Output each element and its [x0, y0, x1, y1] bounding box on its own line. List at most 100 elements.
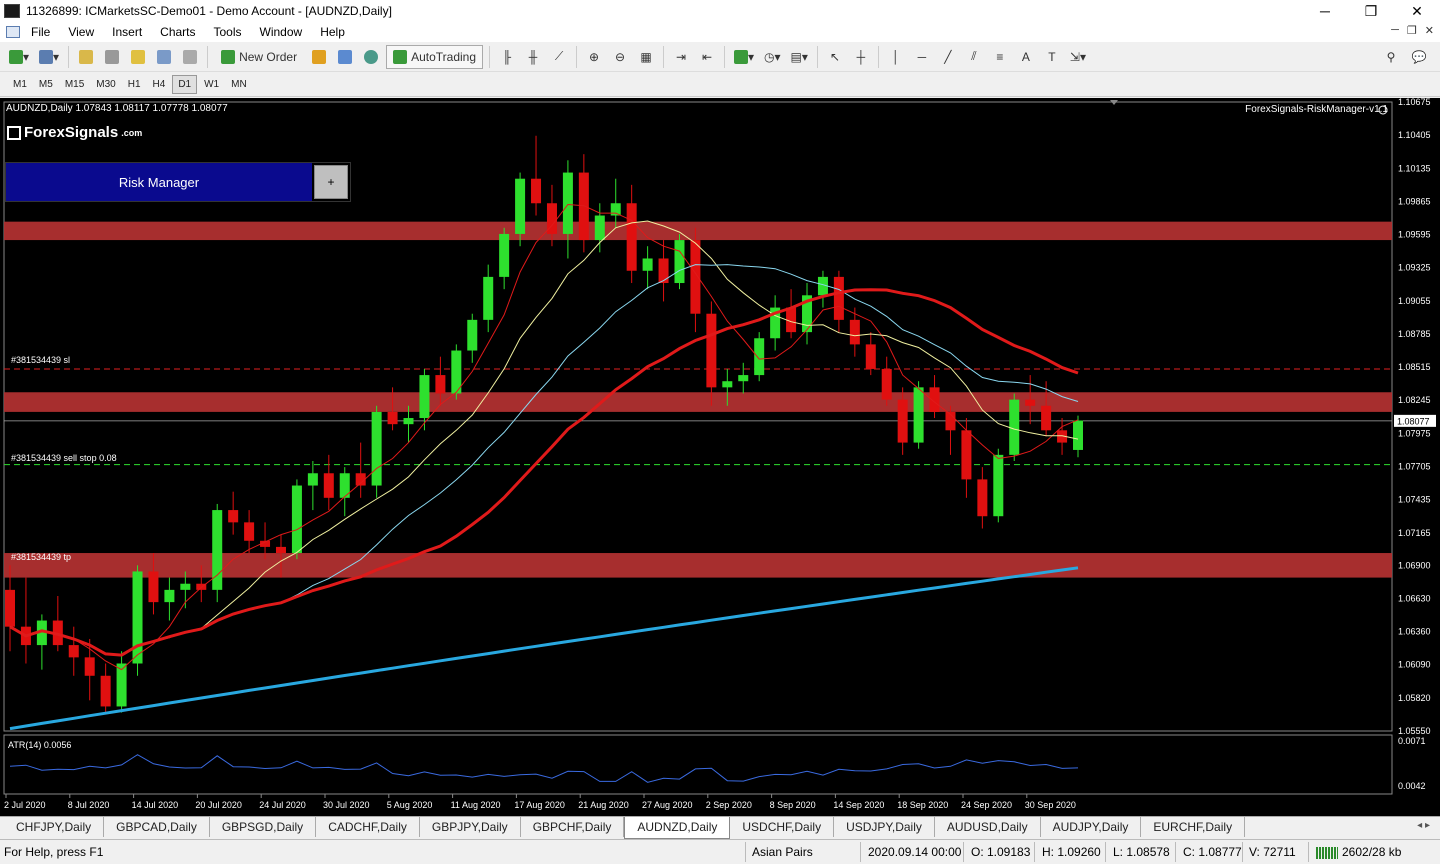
tab-usdchf[interactable]: USDCHF,Daily: [730, 817, 835, 837]
date-label: 17 Aug 2020: [514, 800, 565, 810]
menu-insert[interactable]: Insert: [103, 22, 151, 42]
candle-body: [515, 178, 526, 234]
equidistant-channel-icon[interactable]: ⫽: [963, 45, 985, 69]
price-tick-label: 1.07975: [1398, 428, 1431, 438]
tab-gbpsgd[interactable]: GBPSGD,Daily: [210, 817, 317, 837]
zoom-in-icon[interactable]: ⊕: [583, 45, 605, 69]
mdi-close-icon[interactable]: ✕: [1425, 24, 1434, 37]
tf-w1[interactable]: W1: [199, 76, 224, 93]
menu-view[interactable]: View: [59, 22, 103, 42]
chart-shift-icon[interactable]: ⇤: [696, 45, 718, 69]
text-label-icon[interactable]: T: [1041, 45, 1063, 69]
tf-h4[interactable]: H4: [148, 76, 171, 93]
new-chart-icon[interactable]: ▾: [6, 45, 32, 69]
chat-icon[interactable]: 💬: [1408, 45, 1430, 69]
meta-editor-icon[interactable]: [308, 45, 330, 69]
templates-icon[interactable]: ▤▾: [788, 45, 811, 69]
tab-gbpjpy[interactable]: GBPJPY,Daily: [420, 817, 521, 837]
terminal-icon[interactable]: [153, 45, 175, 69]
tab-gbpcad[interactable]: GBPCAD,Daily: [104, 817, 210, 837]
mdi-minimize-icon[interactable]: ─: [1391, 24, 1399, 37]
menu-tools[interactable]: Tools: [205, 22, 251, 42]
horizontal-line-icon[interactable]: ─: [911, 45, 933, 69]
tab-audnzd[interactable]: AUDNZD,Daily: [624, 817, 731, 839]
crosshair-icon[interactable]: ┼: [850, 45, 872, 69]
tp-line-label: #381534439 tp: [11, 552, 72, 562]
candle-body: [148, 571, 159, 603]
text-icon[interactable]: A: [1015, 45, 1037, 69]
tf-mn[interactable]: MN: [226, 76, 252, 93]
close-button[interactable]: ✕: [1394, 0, 1440, 22]
tab-cadchf[interactable]: CADCHF,Daily: [316, 817, 420, 837]
candlestick-icon[interactable]: ╫: [522, 45, 544, 69]
price-tick-label: 1.09595: [1398, 230, 1431, 240]
price-chart[interactable]: 1.10675 1.10405 1.10135 1.09865 1.09595 1.093…: [0, 98, 1440, 816]
tf-d1[interactable]: D1: [172, 75, 198, 94]
tab-eurchf[interactable]: EURCHF,Daily: [1141, 817, 1246, 837]
candle-body: [244, 522, 255, 541]
price-tick-label: 1.08515: [1398, 362, 1431, 372]
candle-body: [706, 313, 717, 388]
menu-window[interactable]: Window: [251, 22, 312, 42]
menu-bar: File View Insert Charts Tools Window Hel…: [0, 22, 1440, 42]
data-window-icon[interactable]: [101, 45, 123, 69]
fibonacci-icon[interactable]: ≡: [989, 45, 1011, 69]
tf-m1[interactable]: M1: [8, 76, 32, 93]
candle-body: [291, 485, 302, 554]
minimize-button[interactable]: ─: [1302, 0, 1348, 22]
menu-charts[interactable]: Charts: [151, 22, 204, 42]
tf-m5[interactable]: M5: [34, 76, 58, 93]
periods-icon[interactable]: ◷▾: [761, 45, 784, 69]
candle-body: [387, 411, 398, 425]
profiles-icon[interactable]: ▾: [36, 45, 62, 69]
bar-chart-icon[interactable]: ╟: [496, 45, 518, 69]
auto-scroll-icon[interactable]: ⇥: [670, 45, 692, 69]
market-watch-icon[interactable]: [75, 45, 97, 69]
arrows-icon[interactable]: ⇲▾: [1067, 45, 1089, 69]
tab-usdjpy[interactable]: USDJPY,Daily: [834, 817, 935, 837]
signals-icon[interactable]: [334, 45, 356, 69]
strategy-tester-icon[interactable]: [179, 45, 201, 69]
tf-m15[interactable]: M15: [60, 76, 89, 93]
price-tick-label: 1.10675: [1398, 98, 1431, 107]
tab-gbpchf[interactable]: GBPCHF,Daily: [521, 817, 625, 837]
zoom-out-icon[interactable]: ⊖: [609, 45, 631, 69]
mdi-controls: ─ ❐ ✕: [1391, 24, 1434, 37]
vertical-line-icon[interactable]: │: [885, 45, 907, 69]
tf-m30[interactable]: M30: [91, 76, 120, 93]
candle-body: [754, 338, 765, 376]
menu-help[interactable]: Help: [311, 22, 354, 42]
risk-manager-expand-button[interactable]: +: [314, 165, 348, 199]
price-tick-label: 1.09865: [1398, 196, 1431, 206]
tf-h1[interactable]: H1: [123, 76, 146, 93]
sr-zone-2: [4, 553, 1392, 578]
window-controls: ─ ❐ ✕: [1302, 0, 1440, 22]
tab-audjpy[interactable]: AUDJPY,Daily: [1041, 817, 1142, 837]
search-icon[interactable]: ⚲: [1380, 45, 1402, 69]
candle-body: [323, 473, 334, 498]
mdi-restore-icon[interactable]: ❐: [1407, 24, 1417, 37]
date-label: 14 Sep 2020: [833, 800, 884, 810]
maximize-button[interactable]: ❐: [1348, 0, 1394, 22]
chart-window[interactable]: 1.10675 1.10405 1.10135 1.09865 1.09595 1.093…: [0, 98, 1440, 816]
trendline-icon[interactable]: ╱: [937, 45, 959, 69]
tile-windows-icon[interactable]: ▦: [635, 45, 657, 69]
tab-chfjpy[interactable]: CHFJPY,Daily: [4, 817, 105, 837]
cursor-icon[interactable]: ↖: [824, 45, 846, 69]
indicators-icon[interactable]: ▾: [731, 45, 757, 69]
market-icon[interactable]: [360, 45, 382, 69]
symbol-info: AUDNZD,Daily 1.07843 1.08117 1.07778 1.0…: [6, 103, 228, 114]
chart-window-icon[interactable]: [6, 26, 20, 38]
candle-body: [419, 375, 430, 419]
tab-scroll-arrows[interactable]: ◂ ▸: [1417, 820, 1430, 831]
status-profile[interactable]: Asian Pairs: [752, 845, 813, 859]
autotrading-button[interactable]: AutoTrading: [386, 44, 484, 69]
menu-file[interactable]: File: [22, 22, 59, 42]
risk-manager-button[interactable]: Risk Manager: [6, 163, 312, 201]
navigator-icon[interactable]: [127, 45, 149, 69]
line-chart-icon[interactable]: ⟋: [548, 45, 570, 69]
new-order-button[interactable]: New Order: [214, 45, 304, 69]
tab-audusd[interactable]: AUDUSD,Daily: [935, 817, 1041, 837]
candle-body: [68, 645, 79, 658]
date-label: 21 Aug 2020: [578, 800, 629, 810]
